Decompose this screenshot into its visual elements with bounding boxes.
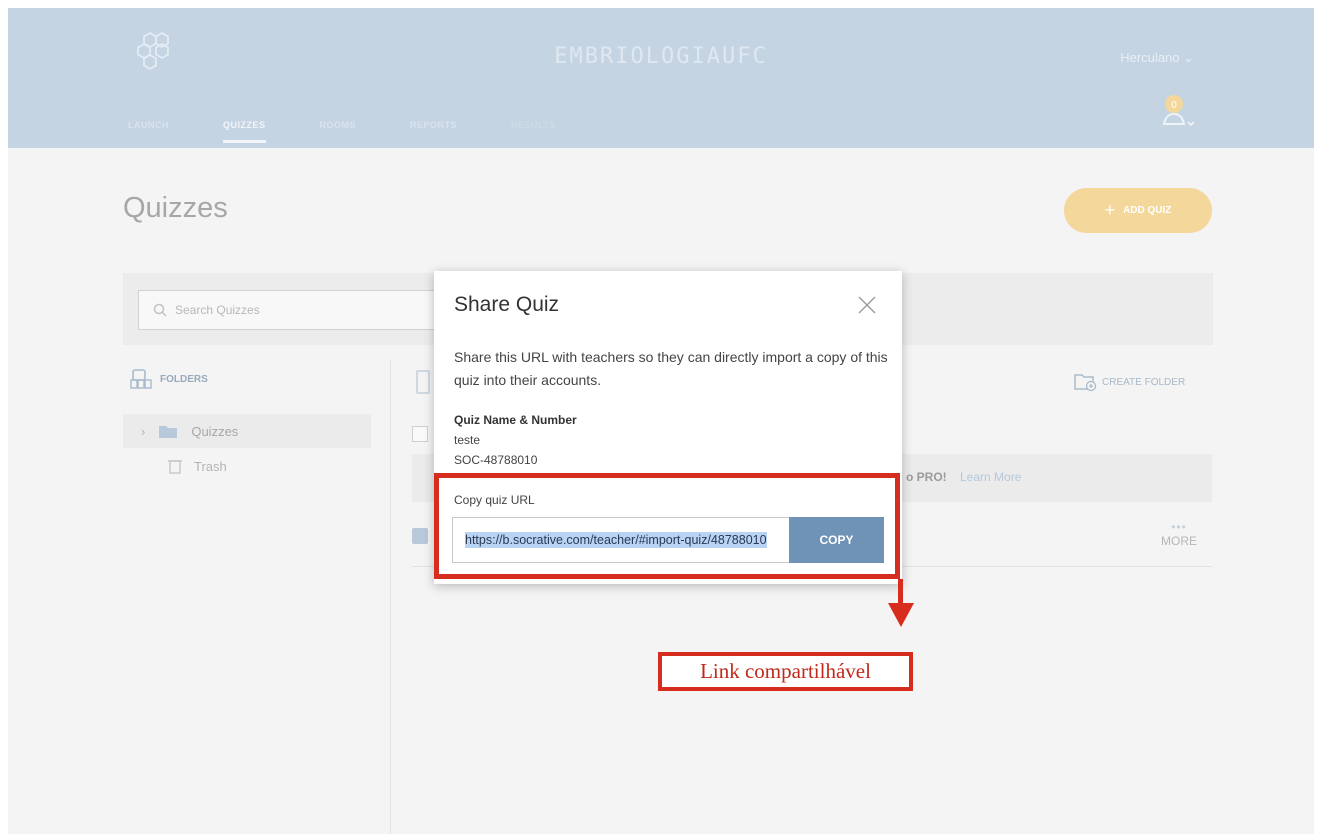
more-label: MORE <box>1161 534 1197 548</box>
notification-count: 0 <box>1171 100 1177 111</box>
select-all-icon[interactable] <box>416 370 430 394</box>
folder-icon <box>159 426 178 438</box>
user-name: Herculano <box>1120 50 1180 65</box>
annotation-highlight-box <box>434 473 900 579</box>
quiz-row-checkbox[interactable] <box>412 528 428 544</box>
plus-icon: + <box>1104 200 1116 220</box>
user-menu[interactable]: Herculano ⌄ <box>1120 50 1194 66</box>
school-name: EMBRIOLOGIAUFC <box>554 44 768 69</box>
search-input[interactable]: Search Quizzes <box>138 290 448 330</box>
chevron-down-icon: ⌄ <box>1183 50 1194 65</box>
nav-quizzes[interactable]: QUIZZES <box>223 120 266 143</box>
more-button[interactable]: ••• MORE <box>1154 520 1204 548</box>
sidebar-divider <box>390 360 391 834</box>
search-icon <box>153 303 167 317</box>
add-quiz-button[interactable]: + ADD QUIZ <box>1064 188 1212 233</box>
trash-icon <box>168 460 182 474</box>
app-frame: EMBRIOLOGIAUFC Herculano ⌄ 0 LAUNCH QUIZ… <box>8 8 1314 834</box>
add-quiz-label: ADD QUIZ <box>1123 205 1172 216</box>
top-header: EMBRIOLOGIAUFC Herculano ⌄ 0 LAUNCH QUIZ… <box>8 8 1314 148</box>
create-folder-icon <box>1074 374 1097 392</box>
annotation-arrow-shaft <box>898 579 903 605</box>
close-icon[interactable] <box>855 293 879 317</box>
nav-reports[interactable]: REPORTS <box>410 120 457 143</box>
create-folder-label: CREATE FOLDER <box>1102 376 1186 388</box>
create-folder-button[interactable]: CREATE FOLDER <box>1074 372 1185 392</box>
nav-results[interactable]: RESULTS <box>511 120 556 143</box>
main-nav: LAUNCH QUIZZES ROOMS REPORTS RESULTS <box>128 120 610 143</box>
folders-icon <box>130 369 152 389</box>
page-title: Quizzes <box>123 192 228 224</box>
search-placeholder: Search Quizzes <box>175 303 260 317</box>
promo-text: o PRO! <box>906 470 947 484</box>
select-all-checkbox[interactable] <box>412 426 428 442</box>
sidebar-item-label: Quizzes <box>191 423 239 439</box>
folders-header: FOLDERS <box>130 368 208 390</box>
folders-label: FOLDERS <box>160 373 208 385</box>
notification-bell-icon[interactable]: 0 <box>1154 92 1196 132</box>
more-dots-icon: ••• <box>1171 520 1187 534</box>
chevron-right-icon[interactable]: › <box>141 424 145 439</box>
annotation-label: Link compartilhável <box>658 652 913 691</box>
sidebar-item-quizzes[interactable]: › Quizzes <box>123 414 371 448</box>
quiz-number: SOC-48788010 <box>454 453 538 467</box>
nav-rooms[interactable]: ROOMS <box>320 120 357 143</box>
modal-title: Share Quiz <box>454 293 560 316</box>
learn-more-link[interactable]: Learn More <box>960 470 1021 484</box>
sidebar-item-trash[interactable]: Trash <box>168 458 227 474</box>
nav-launch[interactable]: LAUNCH <box>128 120 169 143</box>
quiz-name-label: Quiz Name & Number <box>454 413 577 427</box>
sidebar-item-label: Trash <box>194 458 227 474</box>
modal-description: Share this URL with teachers so they can… <box>454 349 888 388</box>
quiz-name: teste <box>454 433 481 447</box>
annotation-arrow-down-icon <box>888 603 914 627</box>
